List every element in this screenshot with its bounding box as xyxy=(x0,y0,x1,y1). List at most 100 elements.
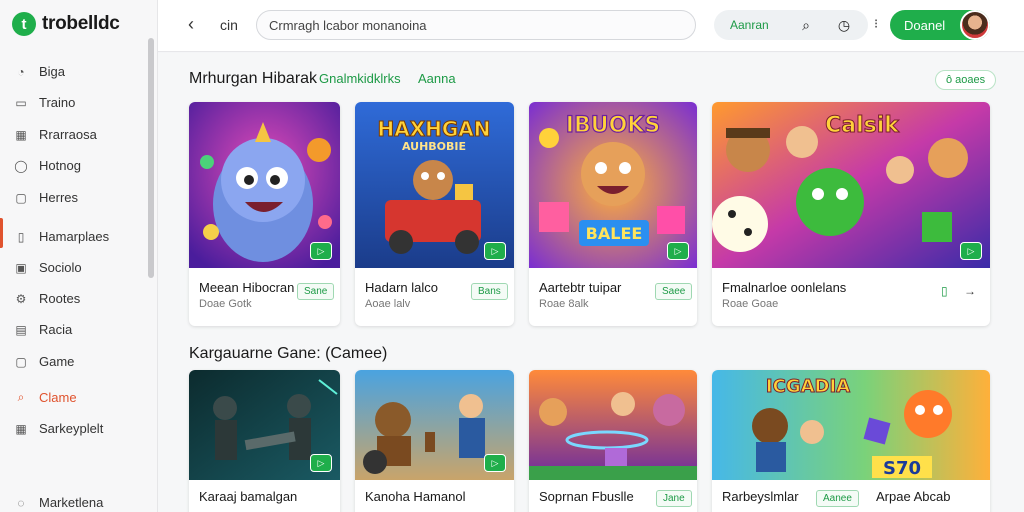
play-icon[interactable]: ▷ xyxy=(484,454,506,472)
play-icon[interactable]: ▷ xyxy=(310,242,332,260)
filter-pill-label[interactable]: Aanran xyxy=(730,18,769,32)
game-card[interactable]: ▷ Meean Hibocran Doae Gotk Sane xyxy=(189,102,340,326)
sidebar-item[interactable]: ⚙ Rootes xyxy=(14,291,81,306)
sidebar-item-label: Traino xyxy=(39,95,76,110)
game-subtitle: Roae Goae xyxy=(722,298,779,310)
game-badge[interactable]: Bans xyxy=(471,283,508,300)
folder-icon: ▢ xyxy=(15,190,27,205)
sidebar-item-label: Sarkeyplelt xyxy=(39,421,104,436)
store-icon: ◌ xyxy=(17,495,25,510)
calendar-icon: ▦ xyxy=(15,127,27,142)
apps-icon: ▦ xyxy=(15,421,27,436)
game-badge[interactable]: Sane xyxy=(297,283,335,300)
sidebar-item[interactable]: ▦ Rrarraosa xyxy=(14,127,97,142)
sidebar-item-label: Biga xyxy=(39,64,66,79)
game-card[interactable]: ▷ Kanoha Hamanol xyxy=(355,370,514,512)
game-card[interactable]: ICGADIA S70 Rarbeyslmlar Aanee Arpae Abc… xyxy=(712,370,990,512)
search-input[interactable] xyxy=(256,10,696,40)
game-title: Kanoha Hamanol xyxy=(365,489,466,504)
game-card[interactable]: HAXHGAN AUHBOBIE ▷ Hadarn lalco Aoae lal… xyxy=(355,102,514,326)
sidebar-item-label: Sociolo xyxy=(39,260,82,275)
document-icon: ▢ xyxy=(15,354,27,369)
sidebar-item[interactable]: ▢ Game xyxy=(14,354,74,369)
sidebar-item[interactable]: ▣ Sociolo xyxy=(14,260,82,275)
game-thumbnail xyxy=(529,370,697,480)
pie-chart-icon: ◔ xyxy=(17,64,25,79)
sidebar-item[interactable]: ⌕ Clame xyxy=(14,390,77,405)
more-icon[interactable]: ⁝ xyxy=(874,16,878,32)
game-title: Fmalnarloe oonlelans xyxy=(722,280,847,295)
sidebar-item-label: Hotnog xyxy=(39,158,81,173)
sidebar-item[interactable]: ▯ Hamarplaes xyxy=(14,229,109,244)
sidebar-item[interactable]: ▢ Herres xyxy=(14,190,78,205)
sidebar-item-label: Rootes xyxy=(39,291,81,306)
game-thumbnail: Calsik xyxy=(712,102,990,268)
game-subtitle: Roae 8alk xyxy=(539,298,589,310)
game-title: Karaaj bamalgan xyxy=(199,489,298,504)
thumb-title-text: ICGADIA xyxy=(766,376,850,397)
sidebar-item-label: Marketlena xyxy=(39,495,104,510)
sidebar-item[interactable]: ▭ Traino xyxy=(14,95,75,110)
scrollbar-thumb[interactable] xyxy=(148,38,154,278)
sidebar-item-label: Hamarplaes xyxy=(39,229,110,244)
game-title: Hadarn lalco xyxy=(365,280,438,295)
thumb-title-text: HAXHGAN xyxy=(377,117,490,141)
sidebar-item[interactable]: ◌ Marketlena xyxy=(14,495,103,510)
back-button[interactable]: ‹ xyxy=(188,14,194,35)
thumb-title-text: Calsik xyxy=(825,113,900,138)
thumb-subtitle-text: AUHBOBIE xyxy=(402,140,466,153)
game-title: Aartebtr tuipar xyxy=(539,280,622,295)
section-title-featured: Mrhurgan Hibarak xyxy=(189,70,318,87)
save-icon[interactable]: ▯ xyxy=(941,284,948,298)
photo-icon: ▤ xyxy=(15,322,27,337)
game-badge[interactable]: Aanee xyxy=(816,490,859,507)
main-content: Mrhurgan Hibarak Gnalmkidklrks Aanna ô a… xyxy=(158,53,1024,512)
game-title: Rarbeyslmlar xyxy=(722,489,799,504)
play-icon[interactable]: ▷ xyxy=(484,242,506,260)
game-subtitle: Aoae lalv xyxy=(365,298,411,310)
sidebar-item-label: Herres xyxy=(39,190,79,205)
sidebar-item-label: Rrarraosa xyxy=(39,127,97,142)
game-card[interactable]: Soprnan Fbuslle Jane xyxy=(529,370,697,512)
monitor-icon: ▭ xyxy=(15,95,27,110)
clock-icon[interactable]: ◷ xyxy=(834,15,854,35)
play-icon[interactable]: ▷ xyxy=(960,242,982,260)
sidebar-item[interactable]: ◯ Hotnog xyxy=(14,158,81,173)
thumb-subtitle-text: S70 xyxy=(883,458,921,479)
play-icon[interactable]: ▷ xyxy=(667,242,689,260)
grid-icon: ▣ xyxy=(15,260,27,275)
arrow-right-icon[interactable]: → xyxy=(964,284,976,298)
sidebar-scrollbar[interactable] xyxy=(148,38,154,278)
game-card[interactable]: Calsik ▷ Fmalnarloe oonlelans Roae Goae … xyxy=(712,102,990,326)
avatar[interactable] xyxy=(960,10,990,40)
game-title: Soprnan Fbuslle xyxy=(539,489,634,504)
sidebar-item[interactable]: ◔ Biga xyxy=(14,64,65,79)
sidebar-item[interactable]: ▤ Racia xyxy=(14,322,72,337)
brand[interactable]: t trobelldc xyxy=(12,12,120,36)
settings-icon: ⚙ xyxy=(15,291,27,306)
gamepad-icon: ▯ xyxy=(17,229,25,244)
game-card[interactable]: IBUOKS BALEE ▷ Aartebtr tuipar Roae 8alk… xyxy=(529,102,697,326)
search-icon[interactable]: ⌕ xyxy=(796,15,816,35)
brand-logo-icon: t xyxy=(12,12,36,36)
chat-icon: ◯ xyxy=(14,158,28,173)
sidebar: t trobelldc ◔ Biga ▭ Traino ▦ Rrarraosa ◯ Hotno… xyxy=(0,0,158,512)
section-title-second: Kargauarne Gane: (Camee) xyxy=(189,345,388,362)
sidebar-item[interactable]: ▦ Sarkeyplelt xyxy=(14,421,103,436)
game-subtitle: Doae Gotk xyxy=(199,298,252,310)
game-card[interactable]: ▷ Karaaj bamalgan xyxy=(189,370,340,512)
thumb-title-text: IBUOKS xyxy=(566,113,660,138)
thumb-subtitle-text: BALEE xyxy=(586,224,643,243)
active-nav-marker xyxy=(0,218,3,248)
sidebar-item-label: Game xyxy=(39,354,75,369)
game-badge[interactable]: Saee xyxy=(655,283,693,300)
section-link-primary[interactable]: Gnalmkidklrks xyxy=(319,71,401,86)
topbar-label: cin xyxy=(220,17,238,33)
section-link-secondary[interactable]: Aanna xyxy=(418,71,456,86)
game-title: Meean Hibocran xyxy=(199,280,295,295)
section-filter-tag[interactable]: ô aoaes xyxy=(935,70,997,90)
sidebar-item-label: Racia xyxy=(39,322,73,337)
topbar: ‹ cin Aanran ⌕ ◷ ⁝ Doanel xyxy=(158,0,1024,52)
game-badge[interactable]: Jane xyxy=(656,490,692,507)
play-icon[interactable]: ▷ xyxy=(310,454,332,472)
